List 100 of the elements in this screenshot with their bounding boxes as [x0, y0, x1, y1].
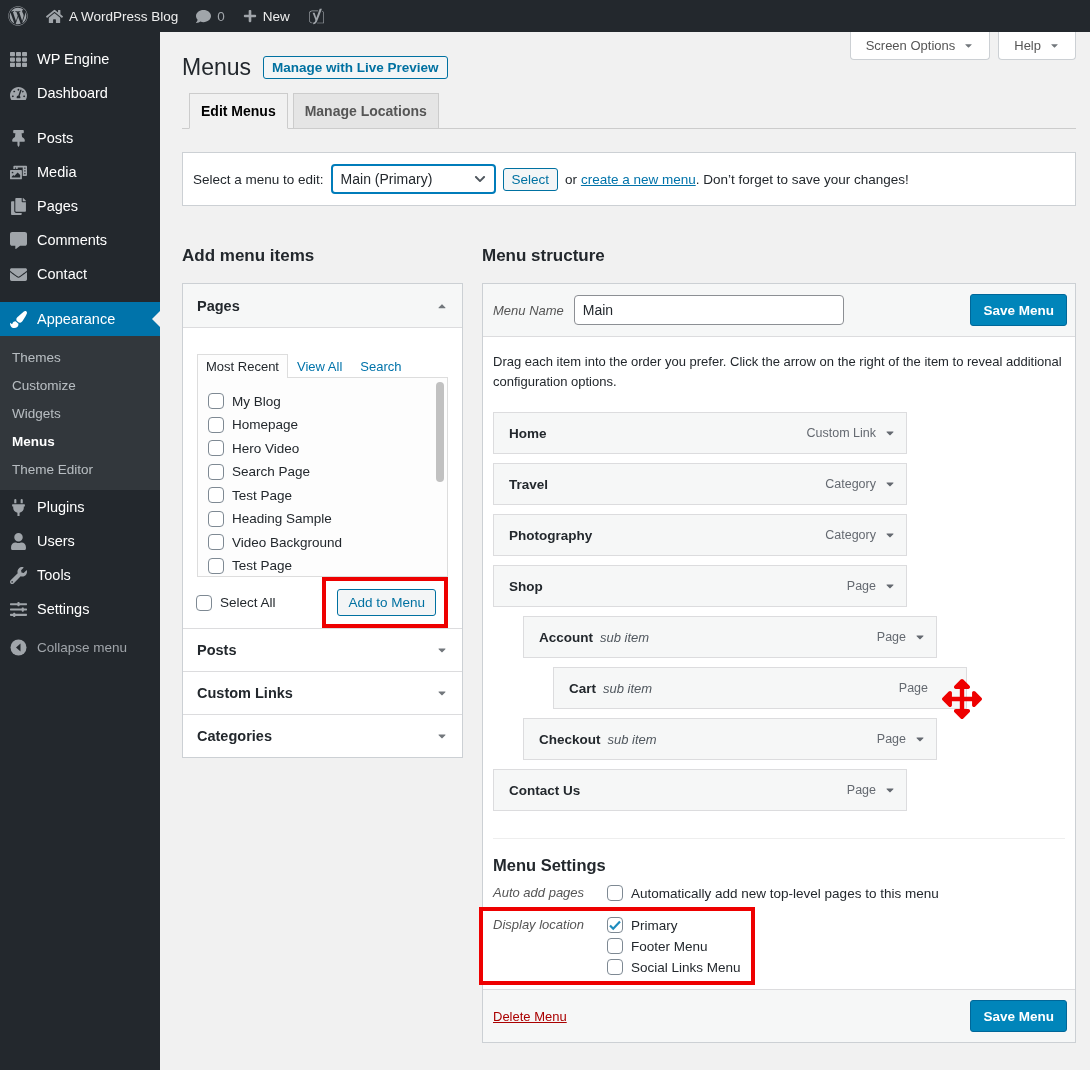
plus-icon[interactable]	[242, 9, 257, 23]
submenu-item[interactable]: Menus	[0, 427, 160, 455]
logo-icon[interactable]	[307, 7, 325, 25]
menu-item[interactable]: Account sub item Page	[523, 616, 937, 658]
menu-item-type: Page	[876, 732, 906, 746]
menu-name-field[interactable]: Main	[573, 295, 844, 325]
tab[interactable]: Most Recent	[197, 354, 288, 378]
sidebar-item[interactable]: Plugins	[0, 490, 160, 524]
new-link[interactable]: New	[262, 8, 290, 24]
checkbox[interactable]	[607, 959, 623, 975]
checkbox[interactable]	[208, 534, 224, 550]
checkbox-label: Heading Sample	[232, 511, 332, 526]
checkbox-label: My Blog	[232, 393, 281, 409]
sidebar-item[interactable]: Media	[0, 155, 160, 189]
checkbox-label: Homepage	[232, 417, 299, 432]
menu-item-title: Checkout	[539, 731, 601, 747]
sidebar-item[interactable]: Appearance	[0, 302, 160, 336]
tab[interactable]: Edit Menus	[189, 93, 288, 129]
chevron-icon	[473, 173, 486, 185]
wrench-icon	[10, 566, 27, 584]
pages-icon	[10, 197, 27, 215]
checkbox-label: Search Page	[232, 464, 311, 479]
menu-item[interactable]: Checkout sub item Page	[523, 718, 937, 760]
menu-item-title: Home	[509, 425, 547, 441]
site-name[interactable]: A WordPress Blog	[69, 8, 179, 24]
collapse-icon	[10, 639, 27, 656]
sidebar-item[interactable]: Settings	[0, 592, 160, 626]
user-icon	[10, 532, 27, 550]
checkbox-label: Automatically add new top-level pages to this menu	[631, 885, 939, 901]
menu-dropdown[interactable]: Main (Primary)	[330, 164, 496, 194]
menu-item-title: Contact Us	[509, 782, 581, 798]
checkbox-label: Test Page	[232, 487, 293, 503]
sliders-icon	[10, 600, 27, 618]
create-menu-link[interactable]: create a new menu	[580, 171, 696, 187]
accordion-header[interactable]: Pages	[183, 284, 462, 327]
checkbox[interactable]	[208, 393, 224, 409]
tab[interactable]: View All	[288, 354, 352, 378]
menu-item-title: Shop	[509, 578, 543, 594]
sidebar-item[interactable]: Contact	[0, 257, 160, 291]
submenu-item[interactable]: Theme Editor	[0, 455, 160, 483]
sidebar-item[interactable]: Pages	[0, 189, 160, 223]
media-icon	[10, 163, 27, 181]
checkbox[interactable]	[208, 557, 224, 574]
home-icon[interactable]	[46, 7, 63, 25]
menu-item-type: Page	[876, 630, 906, 644]
instructions: Drag each item into the order you prefer. Click the arrow on the right of the item to reveal additional configuration options.	[493, 353, 1063, 391]
screen-meta-tab[interactable]: Help	[998, 32, 1076, 60]
sidebar-item[interactable]: Users	[0, 524, 160, 558]
sub-item-note: sub item	[603, 680, 653, 696]
menu-item[interactable]: Travel Category	[493, 463, 907, 505]
wordpress-logo-icon[interactable]	[8, 6, 28, 26]
section-heading: Menu structure	[482, 246, 606, 266]
checkbox[interactable]	[208, 510, 224, 527]
checkbox-label: Social Links Menu	[631, 959, 741, 975]
menu-item[interactable]: Home Custom Link	[493, 412, 907, 454]
menu-item[interactable]: Contact Us Page	[493, 769, 907, 811]
checkbox[interactable]	[607, 885, 623, 901]
scrollbar-thumb[interactable]	[436, 382, 444, 482]
sidebar-item[interactable]: Tools	[0, 558, 160, 592]
screen-meta-tab[interactable]: Screen Options	[849, 32, 991, 60]
menu-item[interactable]: Shop Page	[493, 565, 907, 607]
gauge-icon	[10, 84, 27, 102]
submenu-item[interactable]: Widgets	[0, 399, 160, 427]
settings-heading: Menu Settings	[493, 856, 607, 875]
tab[interactable]: Search	[351, 354, 411, 378]
sidebar-item[interactable]: Posts	[0, 121, 160, 155]
add-to-menu-button[interactable]: Add to Menu	[337, 589, 436, 616]
select-button[interactable]: Select	[502, 167, 559, 191]
checkbox[interactable]	[208, 463, 224, 480]
checkbox[interactable]	[208, 487, 224, 503]
comment-icon[interactable]	[196, 8, 212, 24]
submenu-item[interactable]: Customize	[0, 371, 160, 399]
sidebar-item[interactable]: Comments	[0, 223, 160, 257]
collapse-menu-button[interactable]: Collapse menu	[0, 639, 160, 656]
checkbox[interactable]	[208, 440, 224, 456]
save-menu-button[interactable]: Save Menu	[970, 1000, 1067, 1032]
sidebar-item[interactable]: Dashboard	[0, 76, 160, 110]
menu-item-title: Travel	[509, 476, 549, 492]
save-menu-button[interactable]: Save Menu	[970, 294, 1067, 326]
menu-item-type: Page	[898, 681, 928, 695]
checkbox-label: Footer Menu	[631, 938, 708, 954]
menu-item[interactable]: Photography Category	[493, 514, 907, 556]
checkbox[interactable]	[607, 917, 623, 933]
live-preview-button[interactable]: Manage with Live Preview	[263, 56, 448, 79]
checkbox-label: Video Background	[232, 534, 343, 550]
delete-menu-link[interactable]: Delete Menu	[493, 1008, 567, 1024]
tab[interactable]: Manage Locations	[292, 93, 439, 129]
checkbox-label: Select All	[220, 595, 276, 610]
page-title: Menus	[182, 54, 252, 81]
plug-icon	[10, 498, 27, 516]
menu-item-type: Page	[846, 579, 876, 593]
checkbox[interactable]	[196, 594, 212, 611]
comment-count[interactable]: 0	[217, 8, 225, 24]
checkbox[interactable]	[208, 416, 224, 433]
submenu-item[interactable]: Themes	[0, 343, 160, 371]
menu-item-type: Category	[825, 477, 876, 491]
checkbox[interactable]	[607, 938, 623, 954]
field-label: Menu Name	[493, 302, 564, 318]
section-heading: Add menu items	[182, 246, 316, 266]
sidebar-item[interactable]: WP Engine	[0, 42, 160, 76]
